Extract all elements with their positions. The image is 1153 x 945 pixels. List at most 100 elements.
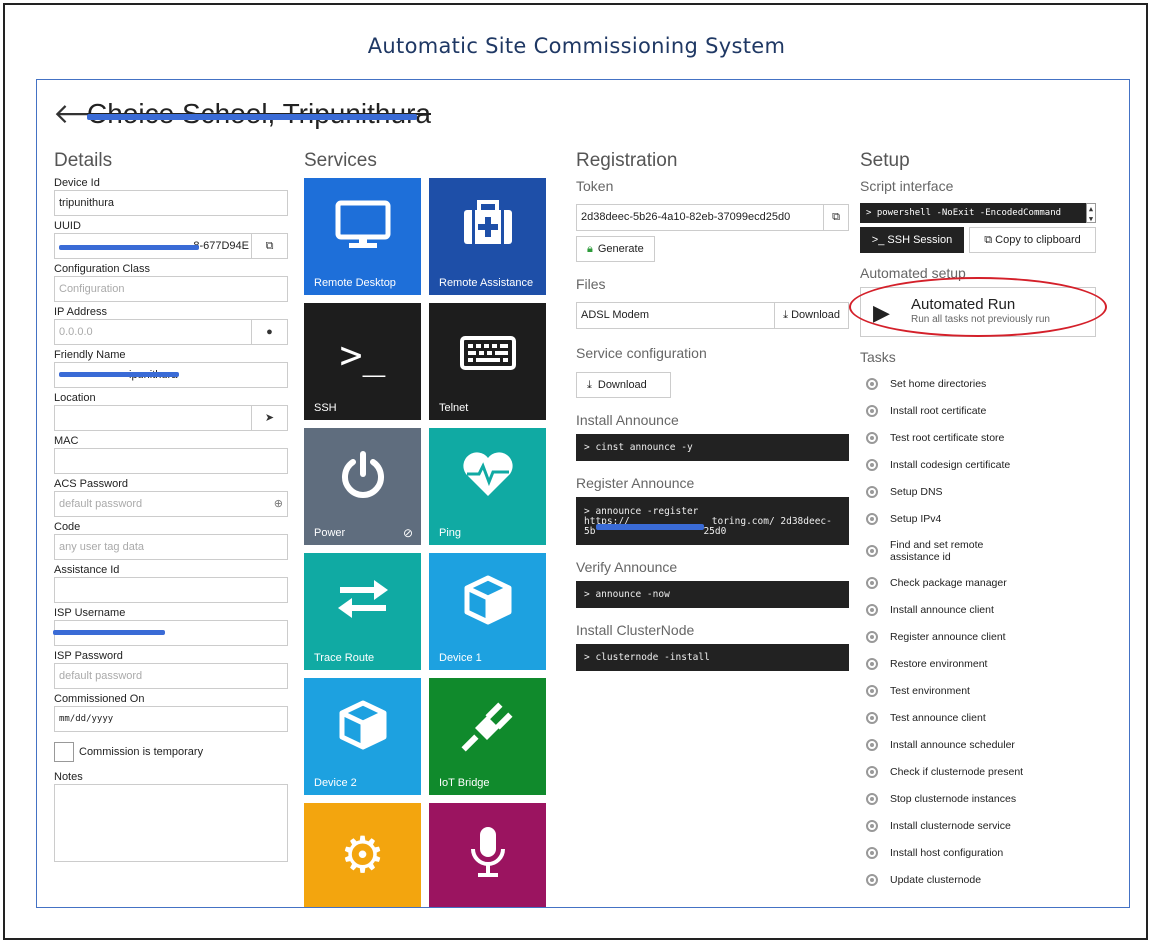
task-status-icon: [866, 793, 878, 805]
tile-device-1[interactable]: Device 1: [429, 553, 546, 670]
file-name: ADSL Modem: [581, 309, 650, 321]
service-download-button[interactable]: ⤓ Download: [576, 372, 671, 398]
token-label: Token: [576, 178, 614, 194]
setup-panel: Setup Script interface > powershell -NoE…: [849, 150, 1107, 887]
tile-trace-route[interactable]: Trace Route: [304, 553, 421, 670]
task-item[interactable]: Test announce client: [860, 711, 1096, 725]
power-icon: [304, 450, 421, 515]
task-item[interactable]: Check if clusternode present: [860, 765, 1096, 779]
download-icon: ⤓: [587, 379, 592, 391]
heartbeat-icon: [429, 450, 546, 513]
friendly-name-label: Friendly Name: [54, 349, 126, 361]
task-item[interactable]: Install clusternode service: [860, 819, 1096, 833]
script-interface-label: Script interface: [860, 178, 954, 194]
task-item[interactable]: Check package manager: [860, 576, 1096, 590]
friendly-name-field[interactable]: ipunithura: [54, 362, 288, 388]
task-status-icon: [866, 545, 878, 557]
keyboard-icon: [429, 325, 546, 385]
key-icon[interactable]: ⊕: [274, 492, 283, 516]
tile-ssh[interactable]: >_ SSH: [304, 303, 421, 420]
generate-button[interactable]: 🔒︎ Generate: [576, 236, 655, 262]
task-item[interactable]: Install announce scheduler: [860, 738, 1096, 752]
temporary-checkbox[interactable]: [54, 742, 74, 762]
copy-icon[interactable]: ⧉: [823, 205, 848, 230]
task-item[interactable]: Update clusternode: [860, 873, 1096, 887]
tile-remote-assistance[interactable]: Remote Assistance: [429, 178, 546, 295]
install-announce-command[interactable]: > cinst announce -y: [576, 434, 849, 461]
task-status-icon: [866, 820, 878, 832]
automated-run-button[interactable]: ▶ Automated Run Run all tasks not previo…: [849, 277, 1107, 337]
tile-iot-bridge[interactable]: IoT Bridge: [429, 678, 546, 795]
isp-password-field[interactable]: default password: [54, 663, 288, 689]
task-item[interactable]: Install codesign certificate: [860, 458, 1096, 472]
token-field[interactable]: 2d38deec-5b26-4a10-82eb-37099ecd25d0 ⧉: [576, 204, 849, 231]
location-field[interactable]: ➤: [54, 405, 288, 431]
tile-voice[interactable]: [429, 803, 546, 907]
task-item[interactable]: Restore environment: [860, 657, 1096, 671]
setup-heading: Setup: [860, 150, 910, 171]
notes-textarea[interactable]: [54, 784, 288, 862]
code-field[interactable]: any user tag data: [54, 534, 288, 560]
script-command[interactable]: > powershell -NoExit -EncodedCommand ▲ ▼: [860, 203, 1096, 223]
globe-icon[interactable]: ●: [251, 320, 287, 344]
task-status-icon: [866, 432, 878, 444]
tasks-label: Tasks: [860, 349, 896, 365]
document-title: Automatic Site Commissioning System: [367, 34, 786, 58]
install-announce-label: Install Announce: [576, 412, 679, 428]
task-item[interactable]: Test environment: [860, 684, 1096, 698]
task-status-icon: [866, 405, 878, 417]
assistance-id-field[interactable]: [54, 577, 288, 603]
ssh-session-button[interactable]: >_ SSH Session: [860, 227, 964, 253]
task-item[interactable]: Setup IPv4: [860, 512, 1096, 526]
task-item[interactable]: Set home directories: [860, 377, 1096, 391]
task-status-icon: [866, 658, 878, 670]
tile-device-2[interactable]: Device 2: [304, 678, 421, 795]
task-item[interactable]: Register announce client: [860, 630, 1096, 644]
app-window: 🡐 Choice School, Tripunithura Details De…: [36, 79, 1130, 908]
task-item[interactable]: Install host configuration: [860, 846, 1096, 860]
commissioned-on-field[interactable]: mm/dd/yyyy: [54, 706, 288, 732]
task-item[interactable]: Test root certificate store: [860, 431, 1096, 445]
registration-heading: Registration: [576, 150, 678, 171]
task-list: Set home directories Install root certif…: [860, 377, 1096, 887]
medical-kit-icon: [429, 200, 546, 261]
tile-power[interactable]: Power ⊘: [304, 428, 421, 545]
gear-icon: ⚙: [340, 827, 385, 883]
ip-address-label: IP Address: [54, 306, 107, 318]
tile-settings[interactable]: ⚙: [304, 803, 421, 907]
verify-announce-command[interactable]: > announce -now: [576, 581, 849, 608]
task-status-icon: [866, 685, 878, 697]
tile-remote-desktop[interactable]: Remote Desktop: [304, 178, 421, 295]
isp-password-label: ISP Password: [54, 650, 123, 662]
task-status-icon: [866, 712, 878, 724]
config-class-field[interactable]: Configuration: [54, 276, 288, 302]
install-clusternode-command[interactable]: > clusternode -install: [576, 644, 849, 671]
task-item[interactable]: Stop clusternode instances: [860, 792, 1096, 806]
disabled-icon: ⊘: [402, 526, 413, 540]
copy-clipboard-button[interactable]: ⧉ Copy to clipboard: [969, 227, 1096, 253]
redaction-mark: [59, 372, 179, 377]
mac-field[interactable]: [54, 448, 288, 474]
uuid-field[interactable]: 8-677D94E ⧉: [54, 233, 288, 259]
acs-password-field[interactable]: default password ⊕: [54, 491, 288, 517]
task-status-icon: [866, 513, 878, 525]
task-item[interactable]: Install announce client: [860, 603, 1096, 617]
task-status-icon: [866, 604, 878, 616]
task-item[interactable]: Find and set remote assistance id: [860, 539, 1020, 563]
device-id-field[interactable]: tripunithura: [54, 190, 288, 216]
file-download-button[interactable]: ⤓ Download: [774, 303, 848, 328]
copy-icon[interactable]: ⧉: [251, 234, 287, 258]
assistance-id-label: Assistance Id: [54, 564, 120, 576]
redaction-mark: [59, 245, 199, 250]
tile-telnet[interactable]: Telnet: [429, 303, 546, 420]
task-item[interactable]: Install root certificate: [860, 404, 1096, 418]
spinner-icon[interactable]: ▲ ▼: [1086, 203, 1096, 223]
tile-ping[interactable]: Ping: [429, 428, 546, 545]
location-arrow-icon[interactable]: ➤: [251, 406, 287, 430]
register-announce-command[interactable]: > announce -register https://toring.com/…: [576, 497, 849, 545]
isp-username-field[interactable]: [53, 620, 288, 646]
ip-address-field[interactable]: 0.0.0.0 ●: [54, 319, 288, 345]
code-label: Code: [54, 521, 81, 533]
task-item[interactable]: Setup DNS: [860, 485, 1096, 499]
plug-icon: [429, 700, 546, 769]
